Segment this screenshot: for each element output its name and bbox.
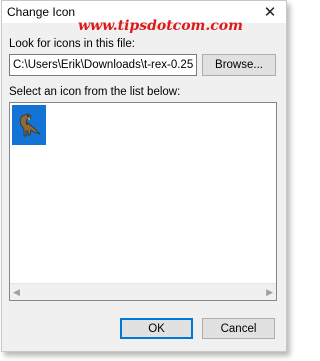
change-icon-dialog: Change Icon ✕ www.tipsdotcom.com Look fo… [1,0,287,352]
ok-button[interactable]: OK [120,318,193,339]
icon-list-item-selected[interactable] [12,105,46,145]
file-label: Look for icons in this file: [9,38,135,50]
close-button[interactable]: ✕ [256,1,284,23]
icon-list-label: Select an icon from the list below: [9,86,181,98]
icon-list[interactable]: ◀ ▶ [9,102,277,301]
dialog-title: Change Icon [7,5,76,19]
scroll-right-icon[interactable]: ▶ [266,287,273,297]
horizontal-scrollbar[interactable]: ◀ ▶ [10,283,276,300]
file-path-input[interactable] [9,54,197,76]
close-icon: ✕ [263,4,277,21]
browse-button[interactable]: Browse... [202,54,276,76]
cancel-button[interactable]: Cancel [202,318,275,339]
t-rex-icon [19,113,41,137]
scroll-left-icon[interactable]: ◀ [13,287,20,297]
watermark-text: www.tipsdotcom.com [78,18,243,34]
